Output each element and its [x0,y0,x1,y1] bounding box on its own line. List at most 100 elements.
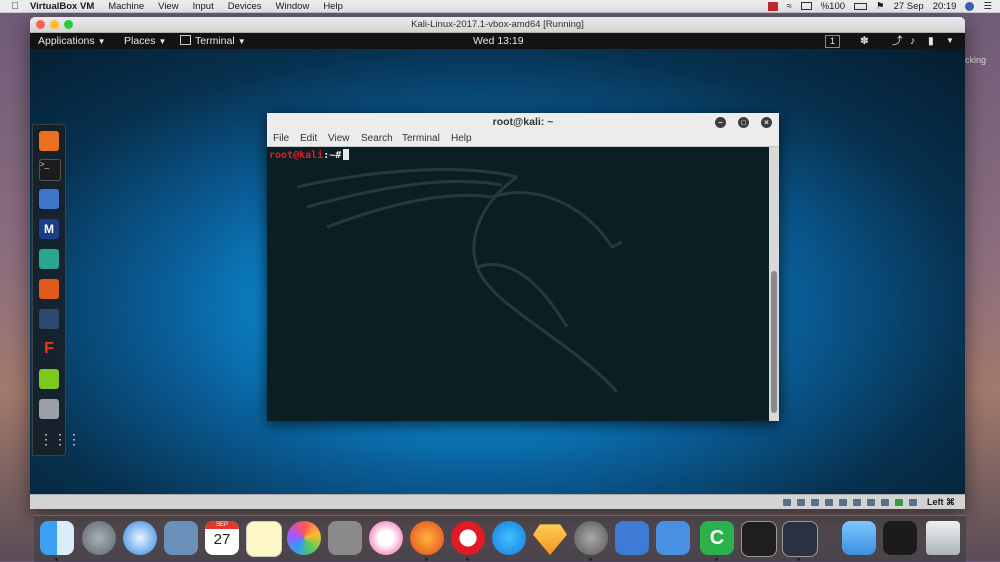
command-prompt[interactable]: root@kali:~# [269,149,350,161]
apple-menu-icon[interactable]:  [0,1,30,12]
volume-icon[interactable]: ♪ [910,33,915,49]
terminal-app-menu[interactable]: Terminal ▼ [180,33,246,50]
kali-dragon-watermark [296,168,623,394]
optical-drive-icon[interactable] [797,499,805,506]
tools-icon[interactable]: ⤴ [892,33,903,49]
simulator-icon[interactable] [656,521,690,555]
tray-app-icon[interactable] [767,1,778,11]
mouse-integration-icon[interactable] [909,499,917,506]
menu-devices[interactable]: Devices [228,1,262,12]
battery-status-icon[interactable]: ▮ [928,33,934,49]
audio-icon[interactable] [811,499,819,506]
photos-icon[interactable] [287,521,321,555]
calendar-day: 27 [213,531,231,548]
system-menu-caret-icon[interactable]: ▼ [946,33,954,49]
gnome-clock[interactable]: Wed 13:19 [473,33,524,49]
terminal-menu-edit[interactable]: Edit [300,131,317,146]
wifi-icon[interactable]: ≈ [787,1,792,12]
cherrytree-icon[interactable] [39,399,59,419]
close-window-button[interactable] [36,20,45,29]
mail-icon[interactable] [164,521,198,555]
burpsuite-icon[interactable] [39,279,59,299]
network-indicator-icon[interactable]: ✽ [860,33,869,49]
terminal-titlebar[interactable]: root@kali: ~ – □ × [267,113,779,131]
calculator-icon[interactable] [328,521,362,555]
terminal-menubar: File Edit View Search Terminal Help [267,131,779,147]
caret-down-icon: ▼ [237,37,246,46]
minimize-icon[interactable]: – [715,117,726,128]
calendar-icon[interactable]: SEP 27 [205,521,239,555]
app-store-icon[interactable] [492,521,526,555]
battery-icon[interactable] [854,2,868,10]
time-display[interactable]: 20:19 [933,1,957,12]
safari-icon[interactable] [123,521,157,555]
camtasia-recording-icon[interactable] [883,521,917,555]
menu-input[interactable]: Input [193,1,214,12]
downloads-folder-icon[interactable] [842,521,876,555]
hard-disk-icon[interactable] [783,499,791,506]
camtasia-icon[interactable]: C [700,521,734,555]
terminal-body[interactable]: root@kali:~# [267,147,767,421]
mac-dock: SEP 27 C [34,515,966,562]
flag-icon[interactable]: ⚑ [876,1,885,12]
firefox-icon[interactable] [410,521,444,555]
sketch-icon[interactable] [533,524,567,555]
terminal-menu-terminal[interactable]: Terminal [402,131,440,146]
battery-percent[interactable]: %100 [821,1,845,12]
beef-icon[interactable] [39,309,59,329]
opera-icon[interactable] [451,521,485,555]
armitage-icon[interactable] [39,249,59,269]
airplay-icon[interactable] [800,2,812,10]
virtualbox-window-thumbnail-icon[interactable] [741,521,777,557]
applications-menu[interactable]: Applications ▼ [38,33,106,50]
launchpad-icon[interactable] [82,521,116,555]
firefox-esr-icon[interactable] [39,131,59,151]
workspace-indicator[interactable]: 1 [825,35,841,48]
video-capture-icon[interactable] [881,499,889,506]
trash-icon[interactable] [926,521,960,555]
terminal-window: root@kali: ~ – □ × File Edit View Search… [267,113,779,421]
maximize-icon[interactable]: □ [738,117,749,128]
zoom-window-button[interactable] [64,20,73,29]
faraday-icon[interactable]: F [39,339,59,359]
scrollbar-thumb[interactable] [771,271,777,413]
kali-desktop[interactable]: >_ M F ⋮⋮⋮ root@kali: ~ – □ × File Edit … [30,49,965,494]
shared-folders-icon[interactable] [853,499,861,506]
host-key-label: Left ⌘ [927,497,955,507]
terminal-scrollbar[interactable] [769,147,779,421]
finder-icon[interactable] [40,521,74,555]
terminal-menu-file[interactable]: File [273,131,289,146]
terminal-dash-icon[interactable]: >_ [39,159,61,181]
date-display[interactable]: 27 Sep [894,1,924,12]
menu-view[interactable]: View [158,1,178,12]
menu-window[interactable]: Window [276,1,310,12]
show-applications-icon[interactable]: ⋮⋮⋮ [39,429,81,449]
usb-icon[interactable] [839,499,847,506]
terminal-menu-help[interactable]: Help [451,131,472,146]
xcode-icon[interactable] [615,521,649,555]
notes-icon[interactable] [246,521,282,557]
vm-titlebar[interactable]: Kali-Linux-2017.1-vbox-amd64 [Running] [30,17,965,33]
background-window-text: cking [965,55,987,65]
siri-icon[interactable] [965,1,975,11]
leafpad-icon[interactable] [39,369,59,389]
applications-label: Applications [38,35,95,47]
files-icon[interactable] [39,189,59,209]
itunes-icon[interactable] [369,521,403,555]
close-icon[interactable]: × [761,117,772,128]
terminal-menu-search[interactable]: Search [361,131,393,146]
virtualbox-manager-icon[interactable] [782,521,818,557]
network-icon[interactable] [825,499,833,506]
places-menu[interactable]: Places ▼ [124,33,166,50]
calendar-month: SEP [205,521,239,529]
notification-center-icon[interactable]: ☰ [983,1,992,12]
cpu-activity-icon[interactable] [895,499,903,506]
menu-machine[interactable]: Machine [108,1,144,12]
terminal-menu-view[interactable]: View [328,131,350,146]
menu-help[interactable]: Help [323,1,343,12]
app-menu-virtualbox[interactable]: VirtualBox VM [30,1,94,12]
system-preferences-icon[interactable] [574,521,608,555]
metasploit-icon[interactable]: M [39,219,59,239]
display-icon[interactable] [867,499,875,506]
minimize-window-button[interactable] [50,20,59,29]
